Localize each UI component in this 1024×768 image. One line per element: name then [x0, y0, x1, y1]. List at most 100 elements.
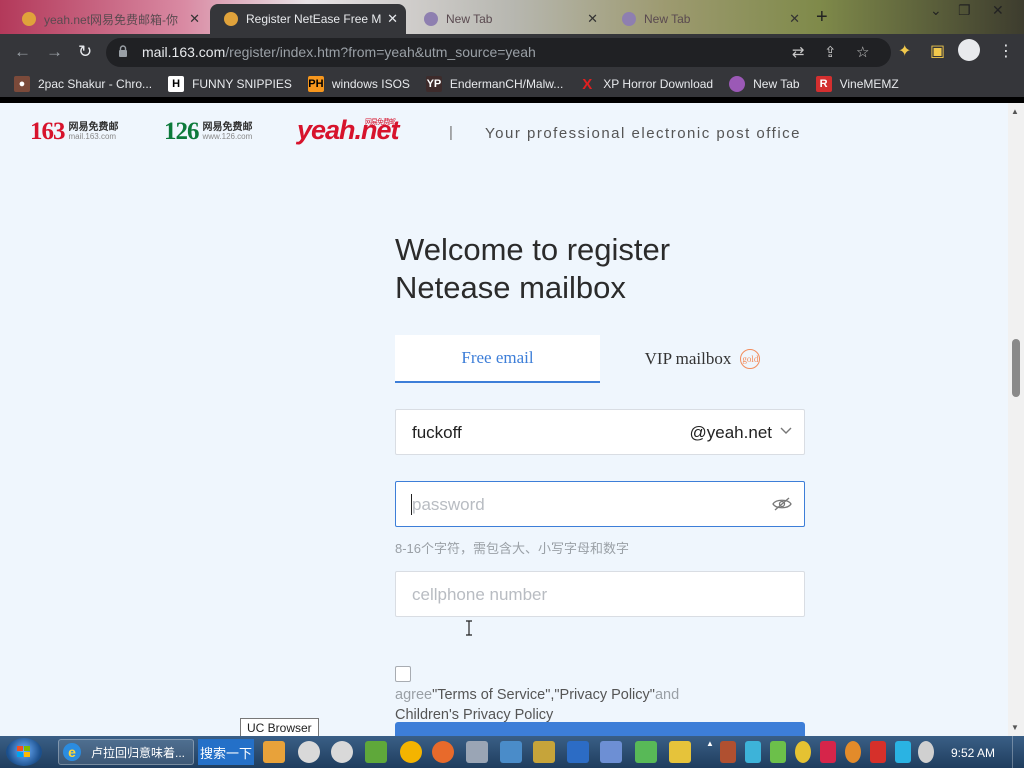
logo-yeah-net[interactable]: yeah.net 网易免费邮: [297, 115, 400, 146]
yeah-favicon-icon: [22, 12, 36, 26]
bookmark-2pac[interactable]: ● 2pac Shakur - Chro...: [14, 76, 152, 92]
tab-vip-label: VIP mailbox: [644, 349, 732, 368]
close-tab-icon[interactable]: ✕: [189, 11, 200, 27]
scroll-down-icon[interactable]: ▼: [1011, 723, 1019, 732]
browser-toolbar: ← → ↻ mail.163.com/register/index.htm?fr…: [0, 34, 1024, 71]
scroll-up-icon[interactable]: ▲: [1011, 107, 1019, 116]
logo-126-sub: 网易免费邮 www.126.com: [203, 122, 253, 142]
reload-icon[interactable]: ↻: [78, 42, 92, 62]
tab-label: New Tab: [644, 12, 691, 26]
close-tab-icon[interactable]: ✕: [387, 11, 398, 27]
agree-checkbox[interactable]: [395, 666, 411, 682]
chrome-favicon-icon: [622, 12, 636, 26]
bookmarks-bar: ● 2pac Shakur - Chro... H FUNNY SNIPPIES…: [0, 71, 1024, 97]
ph-logo-icon: PH: [307, 76, 324, 92]
username-field[interactable]: fuckoff @yeah.net: [395, 409, 805, 455]
media-app-icon[interactable]: [533, 741, 555, 763]
show-desktop-button[interactable]: [1012, 736, 1024, 768]
forward-arrow-icon[interactable]: →: [46, 42, 63, 62]
page-scrollbar[interactable]: ▲ ▼: [1008, 103, 1024, 736]
tray-app-8-icon[interactable]: [895, 741, 911, 763]
address-bar[interactable]: mail.163.com/register/index.htm?from=yea…: [106, 38, 891, 67]
tab-search-chevron-icon[interactable]: ⌄: [930, 2, 942, 19]
tray-app-6-icon[interactable]: [845, 741, 861, 763]
chrome-favicon-icon: [424, 12, 438, 26]
cellphone-field[interactable]: cellphone number: [395, 571, 805, 617]
windows-logo-icon: [17, 746, 30, 757]
start-button[interactable]: [6, 738, 42, 766]
tray-app-3-icon[interactable]: [770, 741, 786, 763]
tray-app-4-icon[interactable]: [795, 741, 811, 763]
hide-password-eye-icon[interactable]: [772, 496, 792, 512]
title-line-2: Netease mailbox: [395, 270, 626, 305]
shield-app-icon[interactable]: [500, 741, 522, 763]
logo-126[interactable]: 126 网易免费邮 www.126.com: [164, 118, 253, 146]
translate-icon[interactable]: ⇄: [792, 43, 805, 61]
tab-vip-mailbox[interactable]: VIP mailbox gold: [600, 335, 805, 383]
taskbar-search-button[interactable]: 搜索一下: [198, 739, 254, 765]
bookmark-new-tab[interactable]: New Tab: [729, 76, 800, 92]
bookmark-funny-snippies[interactable]: H FUNNY SNIPPIES: [168, 76, 292, 92]
taskbar-ie-window[interactable]: e 卢拉回归意味着...: [58, 739, 194, 765]
chrome-taskbar-icon-2[interactable]: [331, 741, 353, 763]
tray-app-7-icon[interactable]: [870, 741, 886, 763]
url-text: mail.163.com/register/index.htm?from=yea…: [142, 44, 536, 60]
close-window-icon[interactable]: ✕: [992, 2, 1004, 19]
terms-of-service-link[interactable]: "Terms of Service": [432, 687, 550, 703]
bookmark-windows-isos[interactable]: PH windows ISOS: [307, 76, 410, 92]
scrollbar-thumb[interactable]: [1012, 339, 1020, 397]
close-tab-icon[interactable]: ✕: [789, 11, 800, 27]
tab-free-email[interactable]: Free email: [395, 335, 600, 383]
bookmark-star-icon[interactable]: ☆: [856, 43, 869, 61]
logo-163[interactable]: 163 网易免费邮 mail.163.com: [30, 118, 119, 146]
iqiyi-icon[interactable]: [365, 741, 387, 763]
extensions-puzzle-icon[interactable]: ✦: [898, 41, 911, 61]
x-logo-icon: X: [582, 75, 593, 93]
logo-yeah-text: yeah: [297, 115, 356, 145]
browser-tab-register[interactable]: Register NetEase Free M ✕: [210, 4, 406, 34]
browser-tab-newtab-1[interactable]: New Tab ✕: [410, 4, 606, 34]
play-app-icon[interactable]: [635, 741, 657, 763]
chevron-down-icon[interactable]: [780, 424, 792, 436]
domain-select-value[interactable]: @yeah.net: [690, 423, 772, 443]
chromium-icon[interactable]: [400, 741, 422, 763]
side-panel-icon[interactable]: ▣: [930, 41, 945, 61]
restore-window-icon[interactable]: ❐: [958, 2, 971, 19]
password-field[interactable]: password: [395, 481, 805, 527]
close-tab-icon[interactable]: ✕: [587, 11, 598, 27]
bookmark-label: New Tab: [753, 77, 800, 91]
speaker-icon[interactable]: [918, 741, 934, 763]
privacy-policy-link[interactable]: "Privacy Policy": [554, 687, 655, 703]
share-icon[interactable]: ⇪: [824, 43, 837, 61]
logo-163-sub: 网易免费邮 mail.163.com: [69, 122, 119, 142]
tray-expand-icon[interactable]: ▲: [706, 739, 716, 765]
url-path: /register/index.htm?from=yeah&utm_source…: [225, 44, 536, 60]
menu-kebab-icon[interactable]: ⋮: [998, 41, 1014, 61]
tiles-app-icon[interactable]: [669, 741, 691, 763]
arrow-app-icon[interactable]: [567, 741, 589, 763]
gold-badge-icon: gold: [740, 349, 761, 369]
internet-explorer-icon: e: [63, 743, 81, 761]
register-submit-button[interactable]: [395, 722, 805, 736]
new-tab-plus-icon[interactable]: +: [816, 6, 828, 29]
header-divider: |: [449, 124, 453, 141]
agree-prefix: agree: [395, 687, 433, 703]
computer-icon[interactable]: [466, 741, 488, 763]
chrome-taskbar-icon[interactable]: [298, 741, 320, 763]
bookmark-xp-horror[interactable]: X XP Horror Download: [579, 75, 714, 93]
uc-browser-icon[interactable]: [263, 741, 285, 763]
bookmark-vinememz[interactable]: R VineMEMZ: [815, 76, 899, 92]
tray-app-2-icon[interactable]: [745, 741, 761, 763]
tray-app-5-icon[interactable]: [820, 741, 836, 763]
browser-tab-yeah[interactable]: yeah.net网易免费邮箱-你 ✕: [8, 4, 208, 34]
browser-tab-newtab-2[interactable]: New Tab ✕: [608, 4, 808, 34]
firefox-icon[interactable]: [432, 741, 454, 763]
bookmark-endermanch[interactable]: YP EndermanCH/Malw...: [425, 76, 563, 92]
tray-app-1-icon[interactable]: [720, 741, 736, 763]
bookmark-label: XP Horror Download: [603, 77, 714, 91]
children-privacy-link[interactable]: Children's Privacy Policy: [395, 707, 553, 723]
profile-avatar-icon[interactable]: [958, 39, 980, 61]
back-arrow-icon[interactable]: ←: [14, 42, 31, 62]
search-tool-icon[interactable]: [600, 741, 622, 763]
taskbar-clock[interactable]: 9:52 AM: [951, 746, 995, 760]
